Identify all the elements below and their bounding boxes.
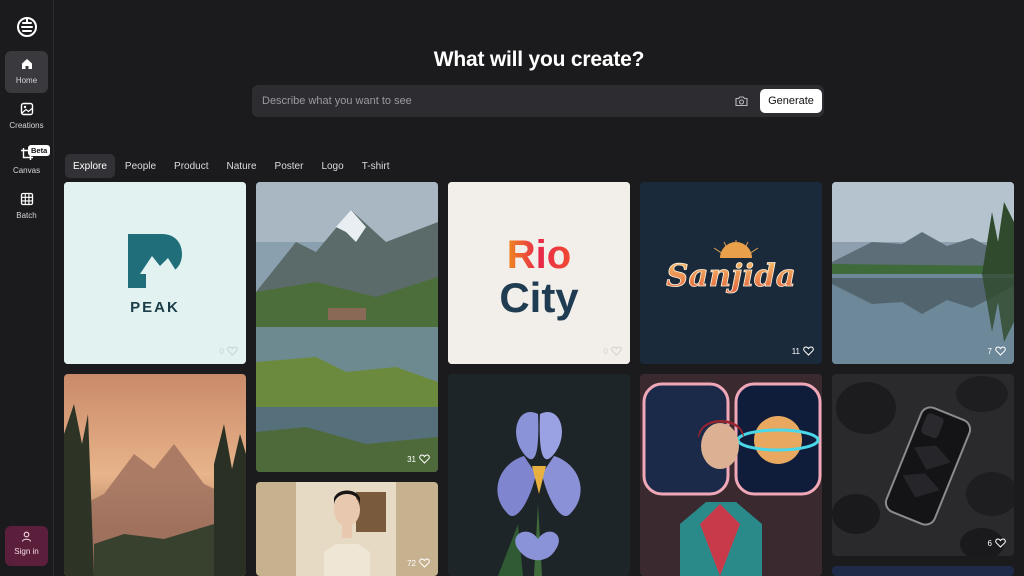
gallery-card-mountain-lake-reflection[interactable]: 7 <box>832 182 1014 364</box>
mountain-lake-artwork <box>256 182 438 472</box>
sign-in-button[interactable]: Sign in <box>5 526 48 566</box>
image-icon <box>20 102 33 116</box>
like-counter[interactable]: 6 <box>988 538 1006 548</box>
city-text: City <box>499 274 579 321</box>
sidebar-item-label: Batch <box>16 211 37 220</box>
heart-icon <box>611 346 622 356</box>
camera-icon[interactable] <box>735 95 748 107</box>
sidebar: Home Creations Canvas Beta Batch Sign in <box>0 0 54 576</box>
phone-case-artwork <box>832 374 1014 556</box>
like-count: 6 <box>987 538 992 548</box>
peak-logo-text: PEAK <box>130 299 180 316</box>
gallery-card-sanjida-logo[interactable]: Sanjida 11 <box>640 182 822 364</box>
sanjida-logo-artwork: Sanjida <box>640 182 822 364</box>
lake-reflection-artwork <box>832 182 1014 364</box>
sunset-mountain-artwork <box>64 374 246 576</box>
like-counter[interactable]: 7 <box>988 346 1006 356</box>
home-icon <box>21 59 32 69</box>
grid-icon <box>20 192 33 206</box>
heart-icon <box>995 346 1006 356</box>
sidebar-item-creations[interactable]: Creations <box>5 96 48 138</box>
tab-nature[interactable]: Nature <box>219 154 265 178</box>
rio-text: Rio <box>507 233 571 277</box>
sidebar-item-label: Home <box>15 76 38 85</box>
prompt-input[interactable] <box>262 93 722 109</box>
sidebar-item-label: Creations <box>9 121 44 130</box>
prompt-bar: Generate <box>252 85 824 117</box>
gallery-card-iris-flower[interactable] <box>448 374 630 576</box>
sanjida-text: Sanjida <box>666 258 796 294</box>
like-counter[interactable]: 31 <box>407 454 430 464</box>
sign-in-label: Sign in <box>14 547 39 556</box>
user-icon <box>21 531 32 542</box>
sidebar-item-label: Canvas <box>12 166 41 175</box>
tab-people[interactable]: People <box>117 154 164 178</box>
heart-icon <box>419 558 430 568</box>
gallery-card-partial[interactable] <box>832 566 1014 576</box>
retro-space-artwork <box>640 374 822 576</box>
like-count: 11 <box>791 346 800 356</box>
app-logo-icon[interactable] <box>14 14 40 40</box>
tab-tshirt[interactable]: T-shirt <box>354 154 398 178</box>
gallery-card-phone-case-rocks[interactable]: 6 <box>832 374 1014 556</box>
gallery-card-mountain-lake-cabin[interactable]: 31 <box>256 182 438 472</box>
heart-icon <box>803 346 814 356</box>
gallery-card-rio-city-logo[interactable]: Rio City 0 <box>448 182 630 364</box>
like-count: 0 <box>603 346 608 356</box>
gallery-card-retro-space-woman[interactable] <box>640 374 822 576</box>
page-title: What will you create? <box>433 48 645 71</box>
like-counter[interactable]: 11 <box>792 346 814 356</box>
like-count: 0 <box>219 346 224 356</box>
tab-explore[interactable]: Explore <box>65 154 115 178</box>
gallery-card-peak-logo[interactable]: PEAK 0 <box>64 182 246 364</box>
generate-button[interactable]: Generate <box>760 89 822 113</box>
sidebar-item-home[interactable]: Home <box>5 51 48 93</box>
gallery-card-sunset-mountain-forest[interactable] <box>64 374 246 576</box>
iris-flower-artwork <box>448 374 630 576</box>
category-tabs: Explore People Product Nature Poster Log… <box>65 154 397 178</box>
like-count: 72 <box>407 558 416 568</box>
like-counter[interactable]: 0 <box>220 346 238 356</box>
rio-city-logo-artwork: Rio City <box>448 182 630 364</box>
heart-icon <box>995 538 1006 548</box>
beta-badge: Beta <box>28 145 51 156</box>
like-counter[interactable]: 0 <box>604 346 622 356</box>
tab-product[interactable]: Product <box>166 154 216 178</box>
sidebar-item-batch[interactable]: Batch <box>5 186 48 228</box>
gallery-card-portrait-hanbok[interactable]: 72 <box>256 482 438 576</box>
heart-icon <box>227 346 238 356</box>
like-count: 7 <box>987 346 992 356</box>
like-counter[interactable]: 72 <box>407 558 430 568</box>
like-count: 31 <box>407 454 416 464</box>
tab-poster[interactable]: Poster <box>267 154 312 178</box>
main-content: What will you create? Generate Explore P… <box>54 0 1024 576</box>
tab-logo[interactable]: Logo <box>313 154 351 178</box>
peak-logo-artwork: PEAK <box>64 182 246 364</box>
heart-icon <box>419 454 430 464</box>
